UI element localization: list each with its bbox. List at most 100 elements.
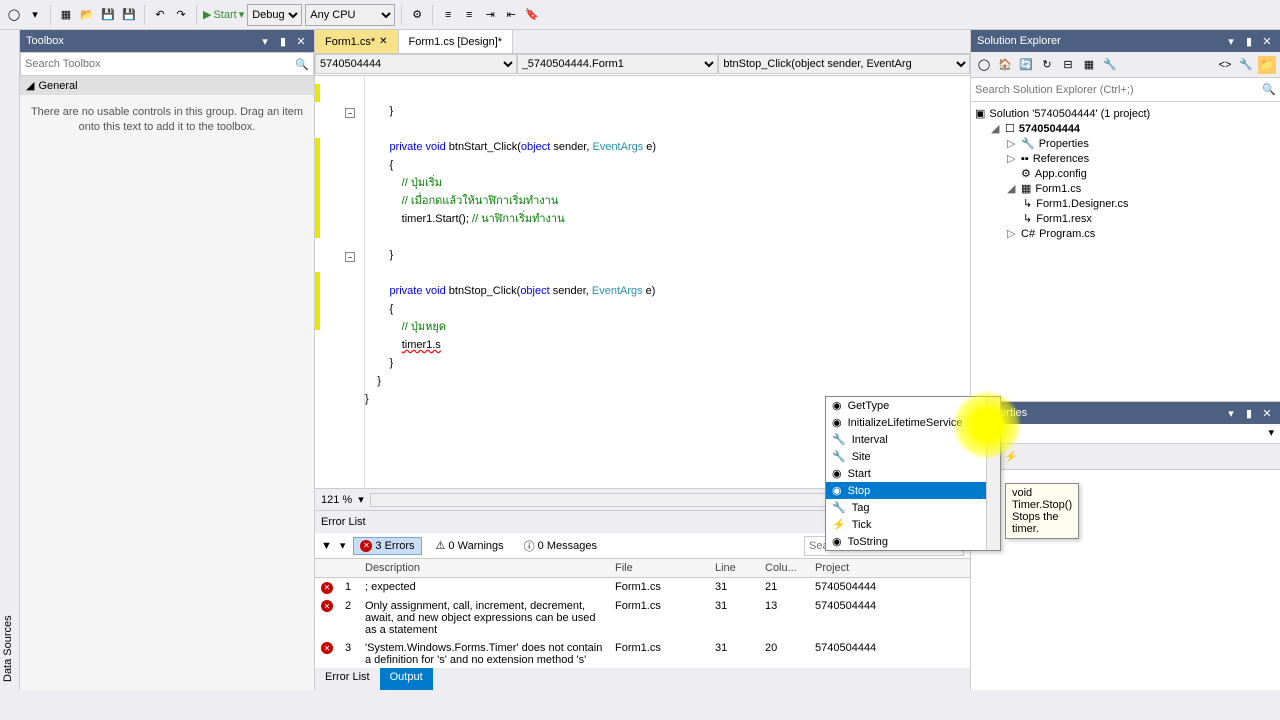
appconfig-node[interactable]: ⚙App.config (975, 166, 1276, 181)
solution-node[interactable]: ▣Solution '5740504444' (1 project) (975, 106, 1276, 121)
uncomment-icon[interactable]: ≡ (460, 6, 478, 24)
output-tab[interactable]: Output (380, 668, 433, 690)
dropdown-icon[interactable]: ▾ (358, 493, 364, 506)
info-icon: ⓘ (524, 538, 535, 554)
events-icon[interactable]: ⚡ (1004, 450, 1018, 463)
intellisense-scrollbar[interactable] (986, 397, 1000, 550)
search-icon[interactable]: 🔍 (1262, 83, 1276, 96)
platform-selector[interactable]: Any CPU (305, 4, 395, 26)
undo-icon[interactable]: ↶ (151, 6, 169, 24)
resx-icon: ↳ (1023, 212, 1032, 225)
solution-search[interactable]: 🔍 (971, 78, 1280, 102)
project-context[interactable]: 5740504444 (315, 54, 517, 74)
pin-icon[interactable]: ▮ (1242, 406, 1256, 420)
code-editor[interactable]: − − } private void btnStart_Click(object… (315, 76, 970, 488)
solution-tree[interactable]: ▣Solution '5740504444' (1 project) ◢☐574… (971, 102, 1280, 401)
show-all-icon[interactable]: ▦ (1080, 56, 1098, 74)
intellisense-item[interactable]: ◉Start (826, 465, 1000, 482)
nav-back-icon[interactable]: ◯ (5, 6, 23, 24)
intellisense-item[interactable]: 🔧Tag (826, 499, 1000, 516)
intellisense-popup[interactable]: ◉GetType ◉InitializeLifetimeService 🔧Int… (825, 396, 1001, 551)
collapse-icon: ◢ (26, 79, 34, 92)
intellisense-item-selected[interactable]: ◉Stop (826, 482, 1000, 499)
config-selector[interactable]: Debug (247, 4, 302, 26)
property-icon: 🔧 (832, 501, 846, 514)
references-node[interactable]: ▷▪▪References (975, 151, 1276, 166)
view-code-icon[interactable]: <> (1216, 56, 1234, 74)
outdent-icon[interactable]: ⇤ (502, 6, 520, 24)
error-row[interactable]: ✕3'System.Windows.Forms.Timer' does not … (315, 639, 970, 669)
attach-icon[interactable]: ⚙ (408, 6, 426, 24)
zoom-level[interactable]: 121 % (321, 494, 352, 506)
save-all-icon[interactable]: 💾 (120, 6, 138, 24)
member-context[interactable]: btnStop_Click(object sender, EventArg (718, 54, 970, 74)
main-toolbar: ◯ ▾ ▦ 📂 💾 💾 ↶ ↷ ▶ Start ▾ Debug Any CPU … (0, 0, 1280, 30)
tab-form1-cs[interactable]: Form1.cs*✕ (315, 30, 399, 53)
program-node[interactable]: ▷C#Program.cs (975, 226, 1276, 241)
class-context[interactable]: _5740504444.Form1 (517, 54, 719, 74)
bookmark-icon[interactable]: 🔖 (523, 6, 541, 24)
error-row[interactable]: ✕2Only assignment, call, increment, decr… (315, 597, 970, 639)
start-debug-button[interactable]: ▶ Start ▾ (203, 8, 244, 21)
close-icon[interactable]: ✕ (1260, 34, 1274, 48)
errors-filter-button[interactable]: ✕3 Errors (353, 537, 421, 555)
bottom-tabs: Error List Output (315, 668, 970, 690)
sync-icon[interactable]: 🔄 (1017, 56, 1035, 74)
close-icon[interactable]: ✕ (294, 34, 308, 48)
toolbox-general-group[interactable]: ◢ General (20, 76, 314, 95)
tab-form1-design[interactable]: Form1.cs [Design]* (399, 30, 514, 53)
collapse-icon[interactable]: ⊟ (1059, 56, 1077, 74)
dropdown-icon[interactable]: ▾ (258, 34, 272, 48)
view-designer-icon[interactable]: 🔧 (1237, 56, 1255, 74)
save-icon[interactable]: 💾 (99, 6, 117, 24)
folder-icon[interactable]: 📁 (1258, 56, 1276, 74)
pin-icon[interactable]: ▮ (276, 34, 290, 48)
dropdown-icon[interactable]: ▾ (1224, 406, 1238, 420)
data-sources-tab[interactable]: Data Sources (0, 30, 20, 690)
resx-node[interactable]: ↳Form1.resx (975, 211, 1276, 226)
property-icon: 🔧 (832, 433, 846, 446)
new-project-icon[interactable]: ▦ (57, 6, 75, 24)
dropdown-icon[interactable]: ▾ (1224, 34, 1238, 48)
properties-node[interactable]: ▷🔧Properties (975, 136, 1276, 151)
method-icon: ◉ (832, 467, 842, 480)
indent-icon[interactable]: ⇥ (481, 6, 499, 24)
messages-filter-button[interactable]: ⓘ0 Messages (518, 536, 603, 556)
form1-node[interactable]: ◢▦Form1.cs (975, 181, 1276, 196)
designer-node[interactable]: ↳Form1.Designer.cs (975, 196, 1276, 211)
properties-icon[interactable]: 🔧 (1101, 56, 1119, 74)
intellisense-item[interactable]: ◉GetType (826, 397, 1000, 414)
fold-marker[interactable]: − (345, 108, 355, 118)
csharp-icon: ☐ (1005, 122, 1015, 135)
refresh-icon[interactable]: ↻ (1038, 56, 1056, 74)
redo-icon[interactable]: ↷ (172, 6, 190, 24)
comment-icon[interactable]: ≡ (439, 6, 457, 24)
close-icon[interactable]: ✕ (379, 36, 387, 47)
error-table[interactable]: Description File Line Colu... Project ✕1… (315, 559, 970, 668)
error-list-tab[interactable]: Error List (315, 668, 380, 690)
project-node[interactable]: ◢☐5740504444 (975, 121, 1276, 136)
error-row[interactable]: ✕1; expectedForm1.cs31215740504444 (315, 578, 970, 597)
toolbox-search[interactable]: 🔍 (20, 52, 314, 76)
open-file-icon[interactable]: 📂 (78, 6, 96, 24)
intellisense-item[interactable]: ◉InitializeLifetimeService (826, 414, 1000, 431)
pin-icon[interactable]: ▮ (1242, 34, 1256, 48)
intellisense-item[interactable]: ◉ToString (826, 533, 1000, 550)
home-icon[interactable]: 🏠 (996, 56, 1014, 74)
back-icon[interactable]: ◯ (975, 56, 993, 74)
search-icon[interactable]: 🔍 (295, 58, 309, 71)
property-icon: 🔧 (832, 450, 846, 463)
fold-marker[interactable]: − (345, 252, 355, 262)
close-icon[interactable]: ✕ (1260, 406, 1274, 420)
properties-header: Properties ▾ ▮ ✕ (971, 402, 1280, 424)
warnings-filter-button[interactable]: ⚠0 Warnings (430, 537, 510, 554)
dropdown-icon[interactable]: ▾ (1262, 424, 1280, 441)
nav-fwd-icon[interactable]: ▾ (26, 6, 44, 24)
filter-icon[interactable]: ▼ (321, 540, 332, 552)
method-icon: ◉ (832, 399, 842, 412)
config-icon: ⚙ (1021, 167, 1031, 180)
intellisense-item[interactable]: 🔧Site (826, 448, 1000, 465)
intellisense-item[interactable]: 🔧Interval (826, 431, 1000, 448)
solution-explorer-header: Solution Explorer ▾ ▮ ✕ (971, 30, 1280, 52)
intellisense-item[interactable]: ⚡Tick (826, 516, 1000, 533)
